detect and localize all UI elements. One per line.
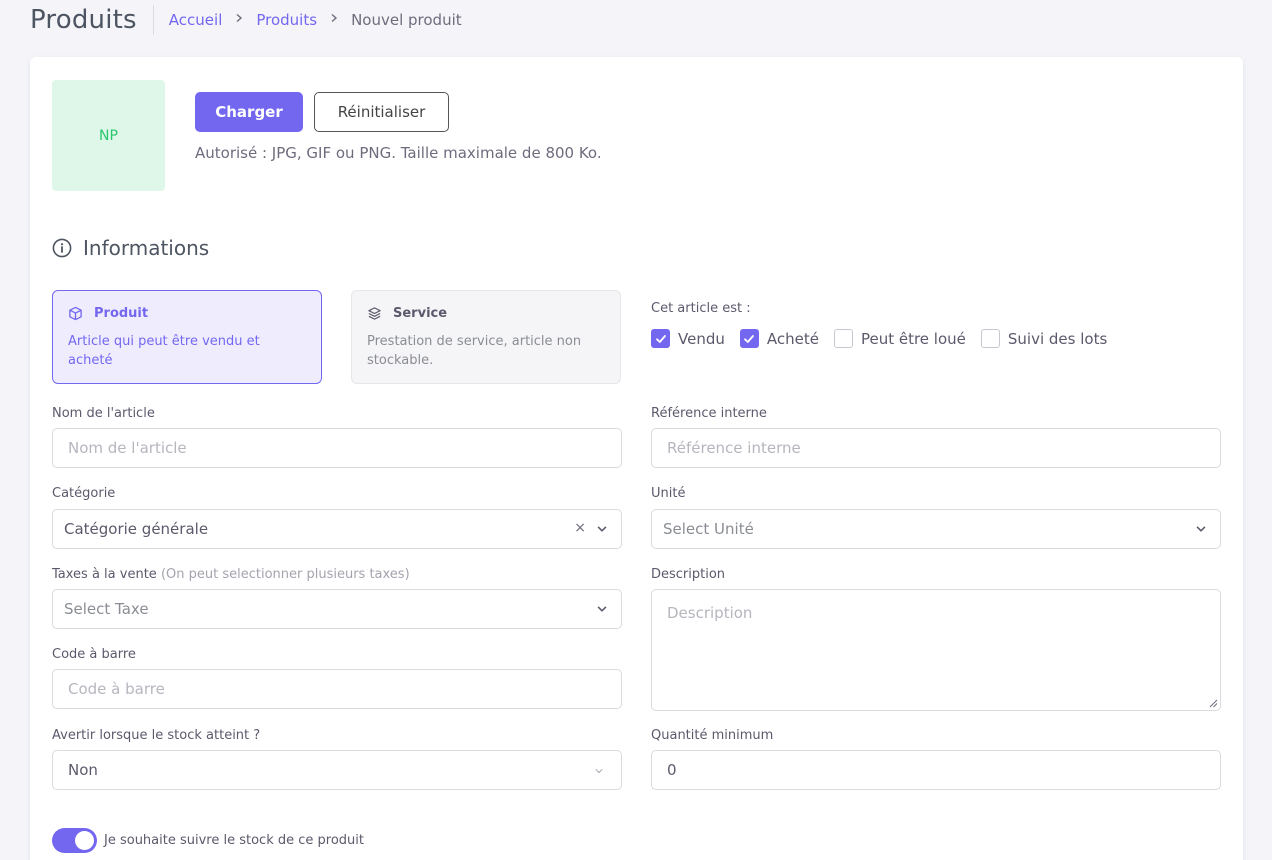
header-divider bbox=[152, 5, 154, 35]
internal-ref-input[interactable]: Référence interne bbox=[651, 428, 1221, 468]
layers-icon bbox=[368, 307, 381, 320]
checkbox-box[interactable] bbox=[739, 329, 759, 348]
checkbox-label: Acheté bbox=[766, 329, 819, 348]
avatar-initials: NP bbox=[99, 127, 118, 144]
chevron-down-icon bbox=[1196, 526, 1206, 532]
clear-icon[interactable]: × bbox=[574, 520, 586, 536]
article-name-label: Nom de l'article bbox=[52, 406, 155, 421]
category-selected-value: Catégorie générale bbox=[64, 520, 209, 538]
track-stock-switch-row: Je souhaite suivre le stock de ce produi… bbox=[52, 828, 364, 853]
barcode-input[interactable]: Code à barre bbox=[52, 669, 622, 709]
upload-hint-text: Autorisé : JPG, GIF ou PNG. Taille maxim… bbox=[195, 144, 602, 162]
type-option-service[interactable]: Service Prestation de service, article n… bbox=[351, 290, 621, 384]
chevron-down-icon bbox=[597, 526, 607, 532]
article-is-label: Cet article est : bbox=[651, 301, 751, 316]
breadcrumb: Accueil Produits Nouvel produit bbox=[169, 11, 462, 29]
category-select[interactable]: Catégorie générale × bbox=[52, 509, 622, 549]
chevron-down-icon bbox=[595, 769, 603, 774]
stock-alert-value: Non bbox=[68, 761, 98, 779]
unit-select[interactable]: Select Unité bbox=[651, 509, 1221, 549]
article-is-checkboxes: Vendu Acheté Peut être loué Suivi des lo… bbox=[651, 329, 1122, 348]
checkbox-achete[interactable]: Acheté bbox=[739, 329, 819, 348]
taxes-label-text: Taxes à la vente bbox=[52, 567, 157, 582]
resize-handle-icon[interactable] bbox=[1209, 699, 1218, 708]
info-circle-icon bbox=[52, 238, 72, 258]
checkbox-label: Peut être loué bbox=[860, 329, 966, 348]
type-option-description: Prestation de service, article non stock… bbox=[367, 334, 582, 368]
checkbox-label: Suivi des lots bbox=[1007, 329, 1108, 348]
breadcrumb-products-link[interactable]: Produits bbox=[256, 11, 317, 29]
type-option-title: Service bbox=[393, 306, 448, 321]
breadcrumb-current: Nouvel produit bbox=[351, 11, 462, 29]
checkbox-suivi-des-lots[interactable]: Suivi des lots bbox=[980, 329, 1108, 348]
description-placeholder: Description bbox=[667, 604, 753, 622]
category-label: Catégorie bbox=[52, 486, 116, 501]
track-stock-toggle[interactable] bbox=[52, 828, 97, 853]
track-stock-label: Je souhaite suivre le stock de ce produi… bbox=[104, 833, 364, 848]
taxes-label: Taxes à la vente (On peut selectionner p… bbox=[52, 567, 410, 582]
toggle-knob bbox=[75, 831, 94, 850]
taxes-placeholder: Select Taxe bbox=[64, 600, 149, 618]
check-icon bbox=[655, 334, 666, 343]
product-form-card: NP Charger Réinitialiser Autorisé : JPG,… bbox=[30, 57, 1243, 860]
min-qty-input[interactable]: 0 bbox=[651, 750, 1221, 790]
internal-ref-label: Référence interne bbox=[651, 406, 767, 421]
stock-alert-select[interactable]: Non bbox=[52, 750, 622, 790]
breadcrumb-home-link[interactable]: Accueil bbox=[169, 11, 223, 29]
section-title: Informations bbox=[83, 236, 210, 260]
chevron-right-icon bbox=[234, 12, 244, 26]
unit-placeholder: Select Unité bbox=[663, 520, 754, 538]
type-option-title: Produit bbox=[94, 306, 149, 321]
article-name-input[interactable]: Nom de l'article bbox=[52, 428, 622, 468]
description-textarea[interactable]: Description bbox=[651, 589, 1221, 711]
chevron-down-icon bbox=[597, 606, 607, 612]
page-title: Produits bbox=[30, 5, 137, 35]
chevron-right-icon bbox=[329, 12, 339, 26]
barcode-label: Code à barre bbox=[52, 647, 136, 662]
description-label: Description bbox=[651, 567, 726, 582]
checkbox-label: Vendu bbox=[678, 329, 725, 348]
checkbox-vendu[interactable]: Vendu bbox=[651, 329, 725, 348]
checkbox-box[interactable] bbox=[833, 329, 853, 348]
page-header: Produits Accueil Produits Nouvel produit bbox=[30, 0, 462, 40]
stock-alert-label: Avertir lorsque le stock atteint ? bbox=[52, 728, 261, 743]
type-option-description: Article qui peut être vendu et acheté bbox=[68, 334, 260, 368]
taxes-hint: (On peut selectionner plusieurs taxes) bbox=[160, 567, 410, 582]
checkbox-box[interactable] bbox=[651, 329, 670, 348]
section-heading: Informations bbox=[52, 236, 209, 260]
cube-icon bbox=[69, 306, 82, 321]
taxes-select[interactable]: Select Taxe bbox=[52, 589, 622, 629]
product-image-placeholder: NP bbox=[52, 80, 165, 191]
check-icon bbox=[744, 334, 755, 343]
unit-label: Unité bbox=[651, 486, 686, 501]
min-qty-label: Quantité minimum bbox=[651, 728, 774, 743]
upload-image-button[interactable]: Charger bbox=[195, 92, 303, 132]
type-option-product[interactable]: Produit Article qui peut être vendu et a… bbox=[52, 290, 322, 384]
checkbox-box[interactable] bbox=[980, 329, 1000, 348]
checkbox-peut-etre-loue[interactable]: Peut être loué bbox=[833, 329, 966, 348]
reset-image-button[interactable]: Réinitialiser bbox=[314, 92, 449, 132]
